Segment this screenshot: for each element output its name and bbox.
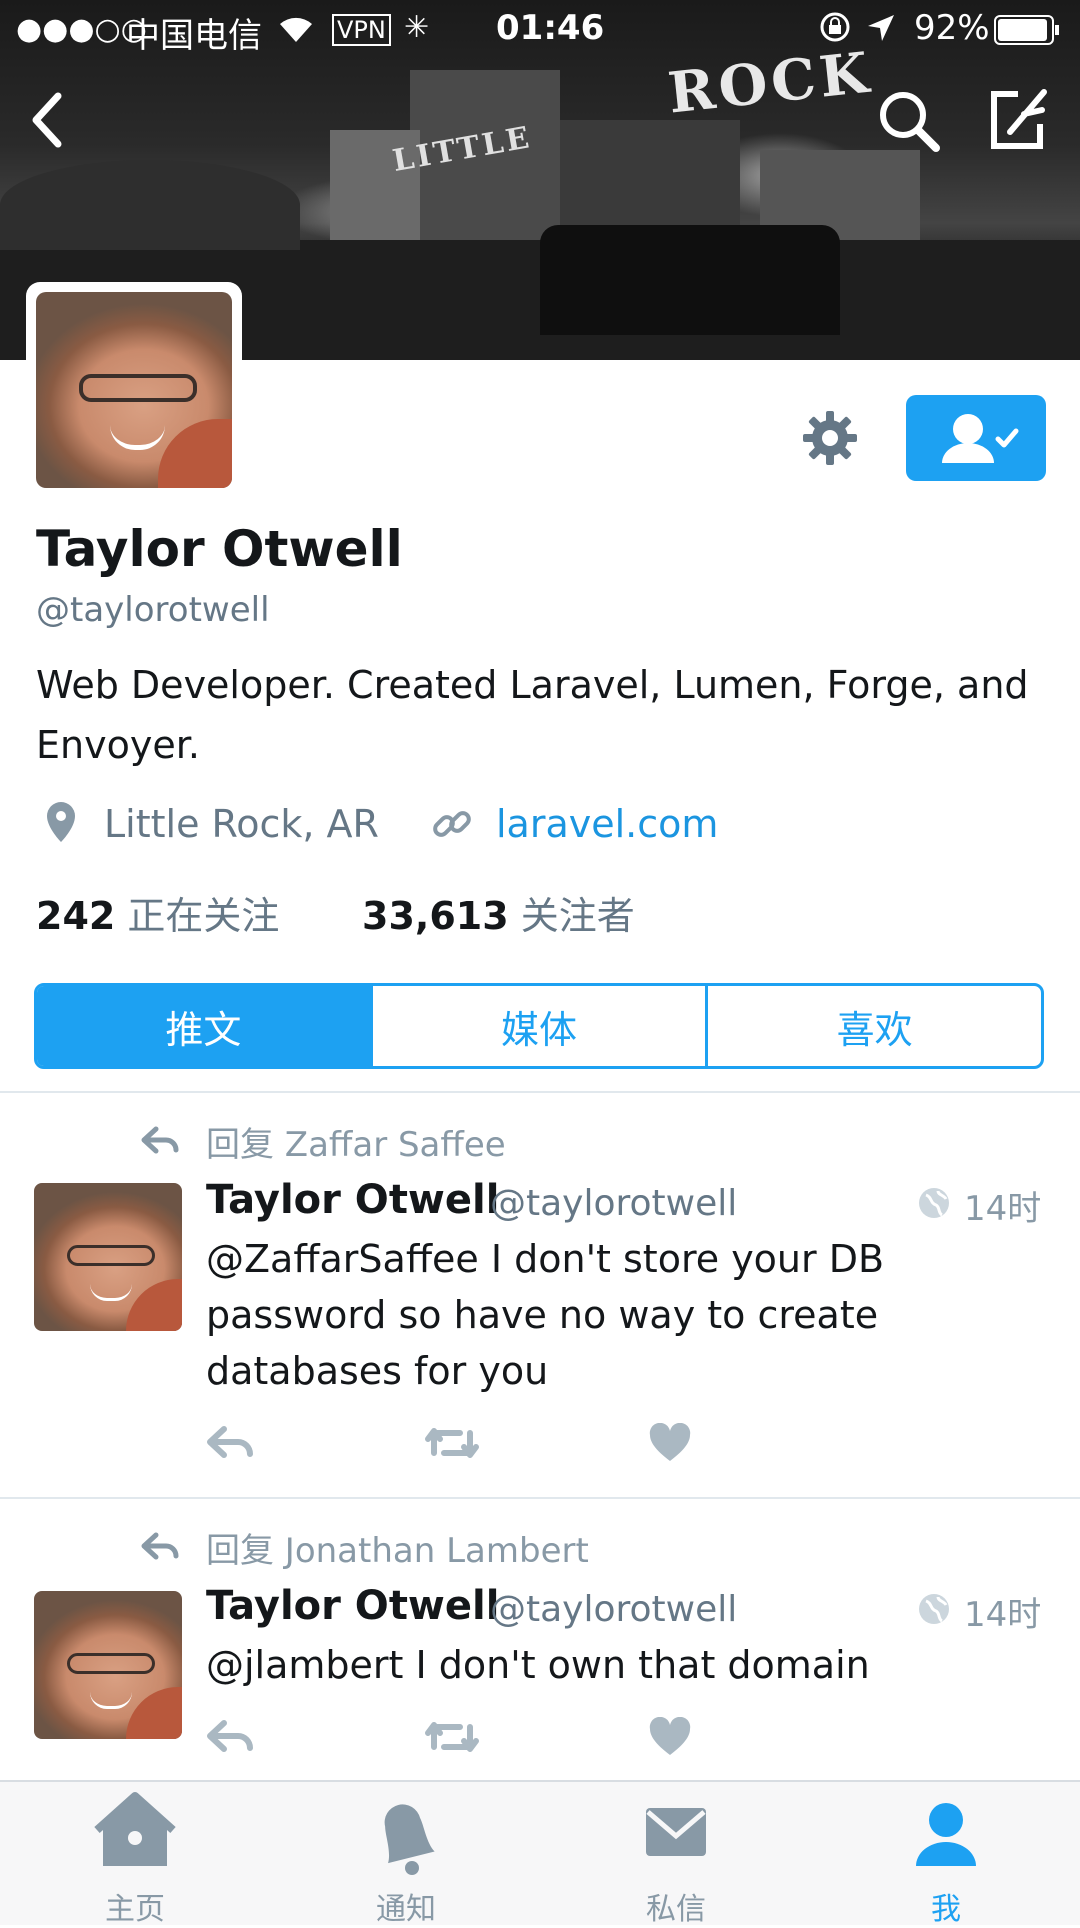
- heart-icon: [649, 1422, 691, 1461]
- reply-arrow-icon: [140, 1531, 180, 1565]
- mail-icon: [646, 1808, 706, 1856]
- followers-label: 关注者: [520, 894, 635, 938]
- settings-button[interactable]: [800, 408, 860, 468]
- tab-tweets[interactable]: 推文: [37, 986, 370, 1066]
- followers-count: 33,613: [362, 894, 509, 938]
- gear-icon: [803, 411, 857, 465]
- profile-avatar[interactable]: [36, 292, 232, 488]
- location-arrow-icon: [866, 12, 896, 52]
- status-bar: ●●●○○ 中国电信 VPN ✳ 01:46 92%: [0, 0, 1080, 58]
- following-stat[interactable]: 242 正在关注: [36, 885, 279, 940]
- globe-icon: [916, 1591, 952, 1631]
- tab-notifications-label: 通知: [376, 1892, 436, 1927]
- tab-messages-label: 私信: [646, 1892, 706, 1927]
- tab-notifications[interactable]: 通知: [326, 1782, 486, 1927]
- heart-icon: [649, 1716, 691, 1755]
- tweet-author-handle: @taylorotwell: [490, 1589, 738, 1630]
- location-pin-icon: [44, 800, 78, 853]
- tab-home[interactable]: 主页: [55, 1782, 215, 1927]
- tweet-text: @ZaffarSaffee I don't store your DB pass…: [206, 1237, 885, 1393]
- back-button[interactable]: [10, 80, 90, 160]
- reply-icon: [207, 1720, 253, 1752]
- tweet-time: 14时: [964, 1189, 1042, 1229]
- like-button[interactable]: [648, 1716, 692, 1761]
- compose-tweet-button[interactable]: [980, 80, 1060, 160]
- loading-spinner-icon: ✳: [404, 10, 430, 45]
- tab-home-label: 主页: [105, 1892, 165, 1927]
- profile-bio: Web Developer. Created Laravel, Lumen, F…: [36, 663, 1029, 767]
- tweet-author-handle: @taylorotwell: [490, 1183, 738, 1224]
- like-button[interactable]: [648, 1422, 692, 1467]
- profile-tabs: 推文 媒体 喜欢: [34, 983, 1044, 1069]
- tab-media[interactable]: 媒体: [369, 986, 706, 1066]
- person-icon: [916, 1803, 976, 1866]
- tweet-item[interactable]: 回复 Jonathan Lambert Taylor Otwell @taylo…: [0, 1499, 1080, 1779]
- following-count: 242: [36, 894, 116, 938]
- search-icon: [880, 92, 940, 152]
- tweet-time: 14时: [964, 1595, 1042, 1635]
- tweet-item[interactable]: 回复 Zaffar Saffee Taylor Otwell @taylorot…: [0, 1093, 1080, 1495]
- link-icon: [430, 802, 474, 855]
- search-button[interactable]: [870, 82, 950, 162]
- profile-website-link[interactable]: laravel.com: [496, 802, 718, 846]
- following-person-check-icon: [942, 414, 1019, 463]
- home-icon: [94, 1792, 176, 1866]
- following-label: 正在关注: [127, 894, 280, 938]
- tab-me[interactable]: 我: [866, 1782, 1026, 1927]
- profile-handle: @taylorotwell: [36, 590, 270, 630]
- tweet-author-name: Taylor Otwell: [206, 1177, 500, 1223]
- wifi-icon: [276, 10, 316, 53]
- tweet-avatar[interactable]: [34, 1183, 182, 1331]
- rotation-lock-icon: [818, 10, 852, 53]
- bottom-tab-bar: 主页 通知 私信 我: [0, 1780, 1080, 1927]
- reply-button[interactable]: [206, 1423, 256, 1467]
- retweet-icon: [425, 1428, 479, 1458]
- reply-arrow-icon: [140, 1125, 180, 1159]
- retweet-icon: [425, 1722, 479, 1752]
- tab-me-label: 我: [931, 1892, 961, 1927]
- bell-icon: [384, 1804, 435, 1875]
- following-button[interactable]: [906, 395, 1046, 481]
- reply-icon: [207, 1426, 253, 1458]
- followers-stat[interactable]: 33,613 关注者: [362, 885, 635, 940]
- globe-icon: [916, 1185, 952, 1225]
- reply-to-label: 回复 Zaffar Saffee: [206, 1125, 506, 1165]
- vpn-badge: VPN: [332, 14, 391, 46]
- tab-messages[interactable]: 私信: [596, 1782, 756, 1927]
- profile-name: Taylor Otwell: [36, 520, 403, 578]
- tweet-author-name: Taylor Otwell: [206, 1583, 500, 1629]
- tab-likes[interactable]: 喜欢: [705, 986, 1041, 1066]
- clock: 01:46: [496, 8, 605, 48]
- retweet-button[interactable]: [424, 1423, 480, 1467]
- retweet-button[interactable]: [424, 1717, 480, 1761]
- compose-icon: [991, 89, 1047, 149]
- profile-location: Little Rock, AR: [104, 802, 379, 846]
- reply-button[interactable]: [206, 1717, 256, 1761]
- chevron-left-icon: [32, 92, 62, 148]
- reply-to-label: 回复 Jonathan Lambert: [206, 1531, 589, 1571]
- carrier-name: 中国电信: [126, 16, 262, 56]
- tweet-avatar[interactable]: [34, 1591, 182, 1739]
- battery-percent: 92%: [914, 8, 990, 48]
- battery-icon: [994, 14, 1060, 54]
- tweet-text: @jlambert I don't own that domain: [206, 1643, 870, 1687]
